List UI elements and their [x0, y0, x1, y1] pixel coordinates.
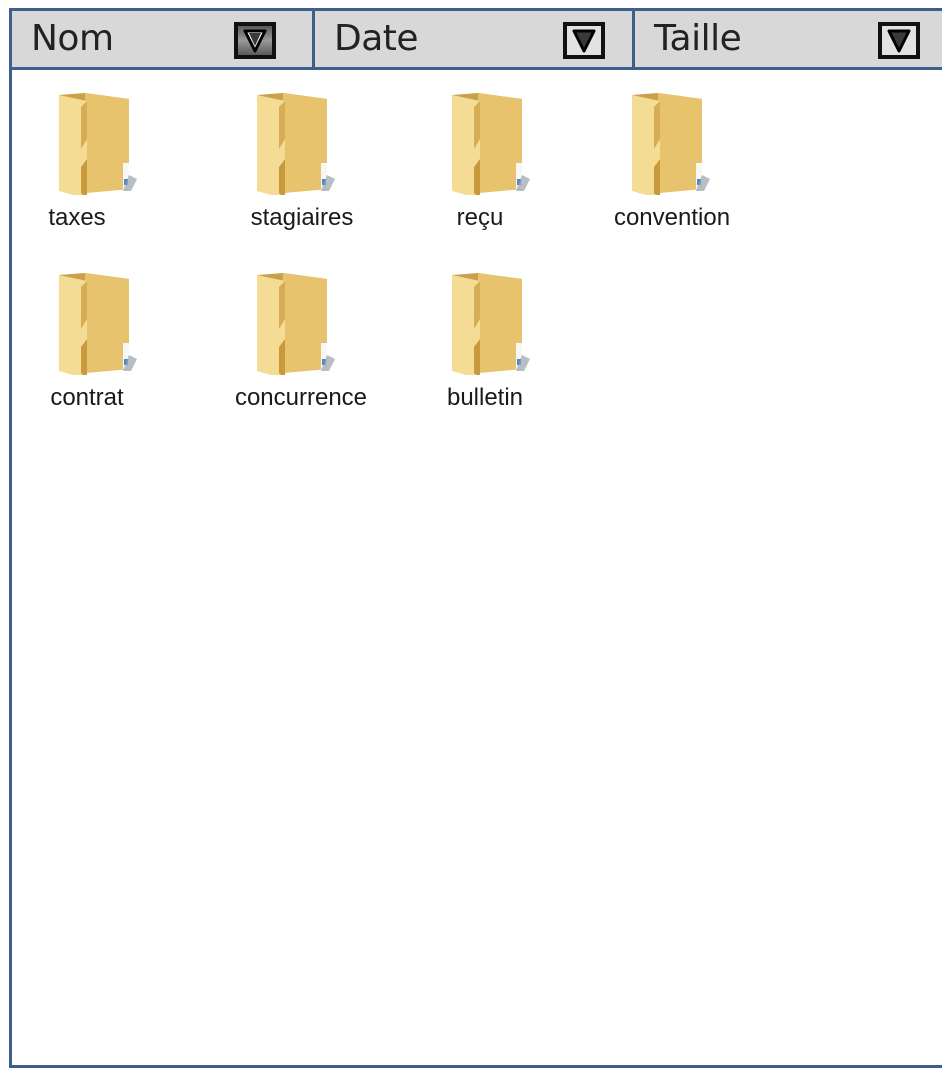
sort-down-triangle-icon [572, 29, 596, 53]
folder-icon [257, 93, 335, 195]
file-item-stagiaires[interactable]: stagiaires [227, 70, 377, 231]
file-item-contrat[interactable]: contrat [32, 250, 182, 411]
file-item-taxes[interactable]: taxes [32, 70, 182, 231]
column-label-date: Date [334, 18, 419, 59]
column-label-nom: Nom [31, 18, 114, 59]
column-header-taille[interactable]: Taille [635, 11, 942, 67]
file-browser-window: Nom Date Taille taxes stagiaires reçu co… [9, 8, 942, 1068]
folder-icon [59, 93, 137, 195]
folder-icon [257, 273, 335, 375]
folder-icon [632, 93, 710, 195]
sort-down-triangle-icon [243, 29, 267, 53]
file-item-bulletin[interactable]: bulletin [422, 250, 572, 411]
file-list-area[interactable]: taxes stagiaires reçu convention contrat… [12, 70, 942, 1065]
file-name: concurrence [234, 384, 368, 411]
column-header-nom[interactable]: Nom [12, 11, 312, 67]
file-name: taxes [48, 204, 106, 231]
file-name: stagiaires [250, 204, 354, 231]
sort-nom-button[interactable] [234, 22, 276, 59]
column-header-date[interactable]: Date [315, 11, 632, 67]
column-header-bar: Nom Date Taille [12, 11, 942, 70]
file-item-concurrence[interactable]: concurrence [227, 250, 377, 411]
folder-icon [452, 273, 530, 375]
folder-icon [452, 93, 530, 195]
file-name: bulletin [446, 384, 524, 411]
file-item-recu[interactable]: reçu [422, 70, 572, 231]
sort-taille-button[interactable] [878, 22, 920, 59]
column-label-taille: Taille [654, 18, 742, 59]
sort-date-button[interactable] [563, 22, 605, 59]
folder-icon [59, 273, 137, 375]
sort-down-triangle-icon [887, 29, 911, 53]
file-name: contrat [50, 384, 124, 411]
file-name: convention [613, 204, 731, 231]
file-name: reçu [456, 204, 504, 231]
file-item-convention[interactable]: convention [597, 70, 747, 231]
